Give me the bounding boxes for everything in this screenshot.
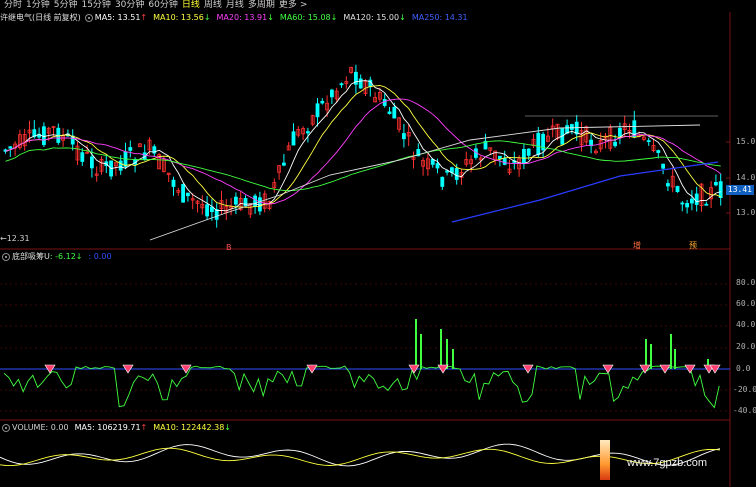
- candle-body: [339, 83, 344, 86]
- indicator-bar: [645, 339, 647, 369]
- candle-body: [718, 181, 723, 198]
- indicator-axis-label: 80.0: [736, 278, 756, 287]
- volume-ma5-line: [0, 443, 721, 467]
- candle-body: [281, 162, 286, 166]
- signal-label: 预: [689, 241, 697, 250]
- candle-body: [118, 160, 123, 171]
- candle-body: [214, 209, 219, 220]
- candle-body: [502, 158, 507, 165]
- candle-body: [8, 146, 13, 149]
- candle-body: [613, 141, 617, 147]
- candle-body: [257, 197, 262, 212]
- indicator-bar: [420, 334, 422, 369]
- candle-body: [80, 152, 85, 162]
- candle-body: [305, 131, 310, 134]
- indicator-axis-label: 60.0: [736, 299, 756, 308]
- indicator-bar: [674, 349, 676, 369]
- candle-body: [387, 111, 392, 114]
- last-price-tag: 13.41: [725, 185, 754, 195]
- indicator-bar: [440, 329, 442, 369]
- candle-body: [401, 133, 406, 140]
- candle-body: [185, 192, 190, 197]
- candle-body: [680, 202, 685, 205]
- indicator-axis-label: 20.0: [736, 342, 756, 351]
- candle-body: [435, 163, 440, 169]
- candle-body: [661, 163, 665, 169]
- candle-body: [454, 167, 459, 180]
- candle-body: [526, 148, 531, 156]
- candle-body: [171, 179, 176, 187]
- indicator-axis-label: 0.0: [736, 364, 751, 373]
- candle-body: [497, 155, 502, 159]
- site-logo: [600, 440, 610, 480]
- candle-body: [536, 132, 541, 156]
- candle-body: [704, 203, 709, 206]
- candle-body: [666, 183, 670, 187]
- candle-body: [522, 149, 526, 164]
- candle-body: [646, 140, 651, 142]
- indicator-axis-label: 40.0: [736, 320, 756, 329]
- candle-body: [90, 156, 94, 169]
- candle-body: [690, 198, 694, 204]
- indicator-bar: [670, 334, 672, 369]
- indicator-bar: [452, 349, 454, 369]
- ma20-line: [5, 98, 721, 205]
- candle-body: [329, 89, 334, 98]
- candle-body: [618, 127, 622, 137]
- indicator-axis-label: -40.0: [733, 406, 756, 415]
- ma10-line: [5, 85, 721, 208]
- candle-body: [675, 186, 680, 193]
- candle-body: [291, 131, 296, 146]
- price-axis-label: 15.0: [736, 137, 756, 146]
- candle-body: [656, 150, 661, 153]
- candle-body: [181, 184, 186, 203]
- candle-body: [685, 203, 689, 208]
- candle-body: [320, 100, 325, 104]
- kline-chart[interactable]: [0, 0, 756, 487]
- indicator-bar: [446, 339, 448, 369]
- watermark-text: www.7gpzb.com: [627, 457, 708, 469]
- price-axis-label: 13.0: [736, 208, 756, 217]
- price-axis-label: 14.0: [736, 173, 756, 182]
- candle-body: [253, 195, 258, 207]
- candle-body: [714, 181, 718, 186]
- indicator-line: [3, 365, 720, 409]
- candle-body: [358, 78, 363, 89]
- volume-ma10-line: [0, 447, 721, 467]
- candle-body: [694, 193, 699, 205]
- signal-label: 增: [633, 241, 641, 250]
- candle-body: [233, 196, 238, 205]
- min-price-label: ←12.31: [0, 234, 30, 243]
- candle-body: [440, 176, 445, 187]
- indicator-axis-label: -20.0: [733, 385, 756, 394]
- candle-body: [570, 124, 574, 130]
- candle-body: [315, 103, 320, 118]
- ma120-line: [149, 124, 701, 241]
- indicator-bar: [650, 344, 652, 369]
- signal-label: B: [226, 243, 232, 252]
- candle-body: [205, 204, 210, 217]
- indicator-bar: [415, 319, 417, 369]
- candle-body: [128, 147, 133, 151]
- candle-body: [392, 106, 397, 119]
